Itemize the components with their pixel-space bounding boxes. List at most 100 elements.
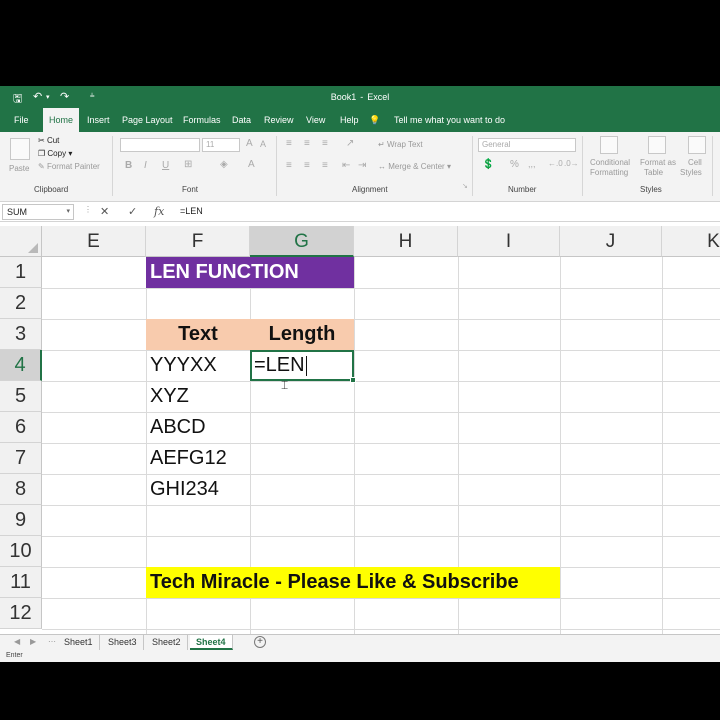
name-box[interactable]: SUM ▾ (2, 204, 74, 220)
format-painter-button[interactable]: ✎ Format Painter (38, 162, 100, 171)
cell-f3-header[interactable]: Text (146, 319, 250, 350)
tab-data[interactable]: Data (226, 108, 257, 132)
accounting-format-icon[interactable]: 💲 (482, 159, 494, 170)
row-header-2[interactable]: 2 (0, 288, 42, 319)
tab-help[interactable]: Help (334, 108, 365, 132)
select-all-button[interactable] (0, 226, 42, 257)
tab-file[interactable]: File (8, 108, 35, 132)
cell-f6[interactable]: ABCD (146, 412, 250, 443)
row-header-12[interactable]: 12 (0, 598, 42, 629)
wrap-text-button[interactable]: ↵ Wrap Text (378, 140, 423, 149)
next-sheet-icon[interactable]: ▶ (30, 637, 36, 646)
copy-button[interactable]: ❐ Copy ▾ (38, 149, 72, 158)
format-as-table-icon[interactable] (648, 136, 666, 154)
cell-f7[interactable]: AEFG12 (146, 443, 250, 474)
underline-button[interactable]: U (162, 160, 169, 171)
align-center-icon[interactable]: ≡ (304, 160, 310, 171)
tab-home[interactable]: Home (43, 108, 80, 132)
column-header-f[interactable]: F (146, 226, 250, 257)
column-header-h[interactable]: H (354, 226, 458, 257)
align-bottom-icon[interactable]: ≡ (322, 138, 328, 149)
conditional-formatting-line2[interactable]: Formatting (590, 168, 628, 177)
alignment-launcher-icon[interactable]: ↘ (462, 182, 468, 190)
fill-handle[interactable] (350, 377, 356, 383)
cancel-icon[interactable]: ✕ (100, 205, 109, 218)
bold-button[interactable]: B (125, 160, 132, 171)
merge-center-button[interactable]: ↔ Merge & Center ▾ (378, 162, 451, 171)
orientation-icon[interactable]: ↗ (346, 138, 354, 149)
gridline (42, 319, 720, 320)
column-header-j[interactable]: J (560, 226, 662, 257)
percent-style-button[interactable]: % (510, 159, 519, 170)
cell-f11-banner[interactable]: Tech Miracle - Please Like & Subscribe (146, 567, 560, 598)
add-sheet-icon[interactable]: + (254, 636, 266, 648)
font-size-box[interactable]: 11 (202, 138, 240, 152)
paste-button[interactable]: Paste (9, 164, 29, 173)
decrease-font-icon[interactable]: A (260, 139, 266, 149)
screen: 🖫 ↶ ▾ ↷ ⫨ Book1- Excel File Home Insert P… (0, 0, 720, 720)
conditional-formatting-line1[interactable]: Conditional (590, 158, 630, 167)
column-header-e[interactable]: E (42, 226, 146, 257)
row-header-9[interactable]: 9 (0, 505, 42, 536)
row-header-1[interactable]: 1 (0, 257, 42, 288)
cell-f8[interactable]: GHI234 (146, 474, 250, 505)
tab-insert[interactable]: Insert (81, 108, 116, 132)
align-right-icon[interactable]: ≡ (322, 160, 328, 171)
tab-page-layout[interactable]: Page Layout (116, 108, 179, 132)
column-header-k[interactable]: K (662, 226, 720, 257)
formula-input[interactable]: =LEN (180, 206, 203, 216)
cell-styles-line1[interactable]: Cell (688, 158, 702, 167)
sheet-tab-sheet4[interactable]: Sheet4 (190, 635, 233, 650)
row-header-7[interactable]: 7 (0, 443, 42, 474)
row-header-8[interactable]: 8 (0, 474, 42, 505)
tell-me-search[interactable]: Tell me what you want to do (394, 108, 505, 132)
active-cell-g4[interactable]: =LEN (250, 350, 356, 383)
font-name-box[interactable] (120, 138, 200, 152)
sheet-tab-sheet3[interactable]: Sheet3 (102, 635, 144, 650)
cell-f5[interactable]: XYZ (146, 381, 250, 412)
row-header-5[interactable]: 5 (0, 381, 42, 412)
font-color-icon[interactable]: A (248, 159, 255, 170)
format-as-table-line1[interactable]: Format as (640, 158, 676, 167)
comma-style-icon[interactable]: ,,, (528, 159, 536, 169)
cell-styles-icon[interactable] (688, 136, 706, 154)
decrease-decimal-icon[interactable]: .0→ (564, 159, 579, 168)
tab-review[interactable]: Review (258, 108, 300, 132)
row-header-4[interactable]: 4 (0, 350, 42, 381)
column-header-g[interactable]: G (250, 226, 354, 257)
italic-button[interactable]: I (144, 160, 147, 171)
insert-function-icon[interactable]: fx (154, 205, 164, 218)
increase-decimal-icon[interactable]: ←.0 (548, 159, 563, 168)
name-box-dropdown-icon[interactable]: ▾ (66, 205, 70, 219)
tab-view[interactable]: View (300, 108, 331, 132)
increase-font-icon[interactable]: A (246, 138, 253, 149)
decrease-indent-icon[interactable]: ⇤ (342, 160, 350, 171)
row-header-11[interactable]: 11 (0, 567, 42, 598)
number-format-box[interactable]: General (478, 138, 576, 152)
conditional-formatting-icon[interactable] (600, 136, 618, 154)
align-middle-icon[interactable]: ≡ (304, 138, 310, 149)
cut-button[interactable]: ✂ Cut (38, 136, 59, 145)
tab-formulas[interactable]: Formulas (177, 108, 227, 132)
row-header-3[interactable]: 3 (0, 319, 42, 350)
row-header-6[interactable]: 6 (0, 412, 42, 443)
fill-color-icon[interactable]: ◈ (220, 159, 228, 170)
sheet-tab-sheet2[interactable]: Sheet2 (146, 635, 188, 650)
cell-g3-header[interactable]: Length (250, 319, 354, 350)
cell-f1-title[interactable]: LEN FUNCTION (146, 257, 354, 288)
align-top-icon[interactable]: ≡ (286, 138, 292, 149)
paste-icon[interactable] (10, 138, 30, 160)
prev-sheet-icon[interactable]: ◀ (14, 637, 20, 646)
increase-indent-icon[interactable]: ⇥ (358, 160, 366, 171)
format-as-table-line2[interactable]: Table (644, 168, 663, 177)
borders-icon[interactable]: ⊞ (184, 159, 192, 170)
sheet-menu-icon[interactable]: ⋯ (48, 637, 56, 646)
cell-f4[interactable]: YYYXX (146, 350, 250, 381)
column-header-i[interactable]: I (458, 226, 560, 257)
row-header-10[interactable]: 10 (0, 536, 42, 567)
cell-styles-line2[interactable]: Styles (680, 168, 702, 177)
align-left-icon[interactable]: ≡ (286, 160, 292, 171)
sheet-tab-sheet1[interactable]: Sheet1 (58, 635, 100, 650)
enter-icon[interactable]: ✓ (128, 205, 137, 218)
ribbon-separator (712, 136, 713, 196)
